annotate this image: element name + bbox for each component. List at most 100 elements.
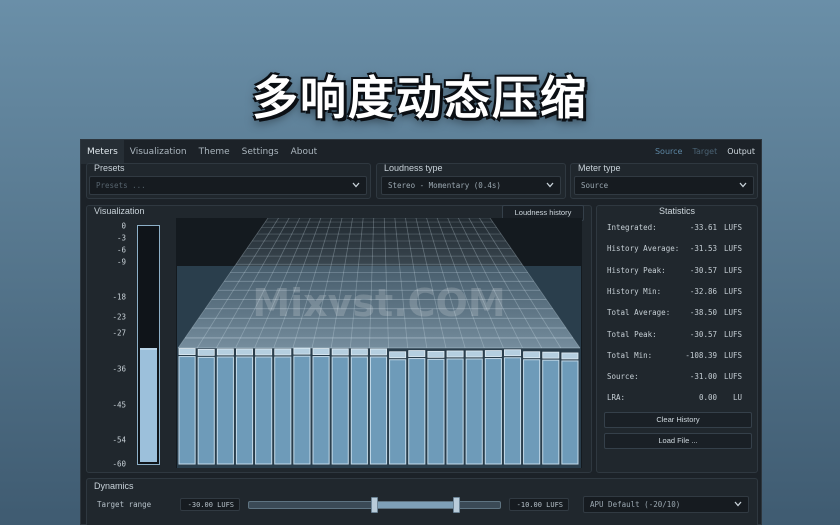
meter-type-dropdown[interactable]: Source [574,176,754,195]
vis-bar [350,356,368,465]
vis-bar [408,358,426,465]
presets-dropdown[interactable]: Presets ... [89,176,367,195]
vis-bar [369,356,388,465]
target-range-slider[interactable] [248,497,501,513]
meter-type-value: Source [581,181,609,190]
stat-label: History Average: [607,244,680,254]
vis-watermark: Mixvst.COM [252,281,505,325]
db-scale-tick: -18 [112,292,126,302]
vis-bar-cap [312,348,330,355]
loudness-history-3d: Mixvst.COM [176,218,582,468]
vis-bars [178,347,579,465]
stat-label: LRA: [607,393,626,403]
vis-bar [465,358,483,465]
db-scale-tick: -23 [112,312,126,322]
stat-unit: LUFS [723,265,742,275]
vis-bar-cap [350,348,368,356]
db-scale-tick: -45 [112,400,126,409]
stat-value: -30.57 [689,329,717,339]
target-range-min-field[interactable]: -30.00 LUFS [180,498,240,511]
vis-bar-cap [236,348,253,356]
dynamics-label: Dynamics [94,481,134,491]
vis-bar [178,356,196,465]
stat-label: Total Min: [607,350,653,360]
db-scale-tick: -60 [112,459,126,469]
stat-unit: LUFS [723,329,742,339]
loudness-type-value: Stereo - Momentary (0.4s) [388,181,501,190]
vis-bar-cap [293,347,311,355]
loudness-meter [137,225,160,465]
db-scale-tick: -27 [112,328,126,338]
stat-value: -108.39 [685,350,717,360]
chevron-down-icon [352,182,360,188]
load-file-button[interactable]: Load File ... [604,433,752,449]
tab-about[interactable]: About [285,140,324,164]
vis-bar-cap [427,350,445,358]
vis-bar [255,356,273,465]
vis-bar-cap [465,350,483,358]
vis-bar [523,359,541,465]
vis-bar [312,356,330,465]
vis-bar [503,357,522,465]
stat-label: History Min: [607,286,662,296]
stat-value: -30.57 [689,265,717,275]
stat-unit: LU [732,393,742,403]
stat-unit: LUFS [723,308,742,318]
vis-bar-cap [197,348,215,356]
output-source-link[interactable]: Source [655,140,682,164]
meter-type-label: Meter type [578,163,621,173]
stat-label: Integrated: [607,223,657,232]
tab-visualization[interactable]: Visualization [124,140,193,164]
stat-unit: LUFS [723,244,742,254]
dynamics-mode-dropdown[interactable]: APU Default (-20/10) [583,496,749,513]
stat-unit: LUFS [723,372,742,382]
db-scale-tick: -6 [116,245,126,255]
output-target-link[interactable]: Target [692,140,717,164]
vis-bar-cap [542,351,560,359]
vis-bar-cap [331,348,349,356]
stat-unit: LUFS [723,350,742,360]
vis-bar-cap [389,351,407,359]
vis-bar [293,355,311,465]
stat-value: -32.86 [689,286,717,296]
loudness-meter-fill [140,347,157,462]
target-range-label: Target range [97,500,152,509]
target-range-max-field[interactable]: -10.00 LUFS [509,498,569,511]
statistics-title: Statistics [658,206,695,216]
stat-value: -31.53 [689,244,717,254]
vis-bar-cap [561,352,579,360]
vis-bar [389,359,407,465]
presets-label: Presets [94,163,125,173]
presets-placeholder: Presets ... [96,181,146,190]
visualization-label: Visualization [94,206,145,216]
db-scale-tick: -9 [116,257,126,267]
vis-bar [542,359,560,465]
vis-bar [446,358,464,465]
stat-label: History Peak: [607,265,666,275]
loudness-type-label: Loudness type [384,163,443,173]
tab-meters[interactable]: Meters [81,140,124,164]
output-output-link[interactable]: Output [727,140,755,164]
stat-value: 0.00 [698,393,717,403]
db-scale-tick: -54 [112,435,126,445]
loudness-type-dropdown[interactable]: Stereo - Momentary (0.4s) [381,176,561,195]
clear-history-button[interactable]: Clear History [604,412,752,428]
chevron-down-icon [739,182,747,188]
vis-bar [274,356,292,465]
dynamics-mode-value: APU Default (-20/10) [590,500,681,509]
chevron-down-icon [734,501,742,507]
stat-value: -38.50 [689,308,717,318]
tab-theme[interactable]: Theme [193,140,236,164]
target-range-fill [375,502,456,508]
banner-title: 多响度动态压缩 [252,71,588,125]
stat-value: -33.61 [689,223,717,232]
stat-unit: LUFS [723,286,742,296]
stat-unit: LUFS [723,223,742,232]
tab-settings[interactable]: Settings [236,140,285,164]
db-scale: 0 -3 -6 -9 -18 -23 -27 -36 -45 -54 -60 [84,222,130,469]
vis-bar [484,358,502,465]
target-range-max-thumb[interactable] [453,497,460,513]
db-scale-tick: 0 [121,221,126,231]
target-range-min-thumb[interactable] [371,497,378,513]
vis-bar [216,356,234,465]
